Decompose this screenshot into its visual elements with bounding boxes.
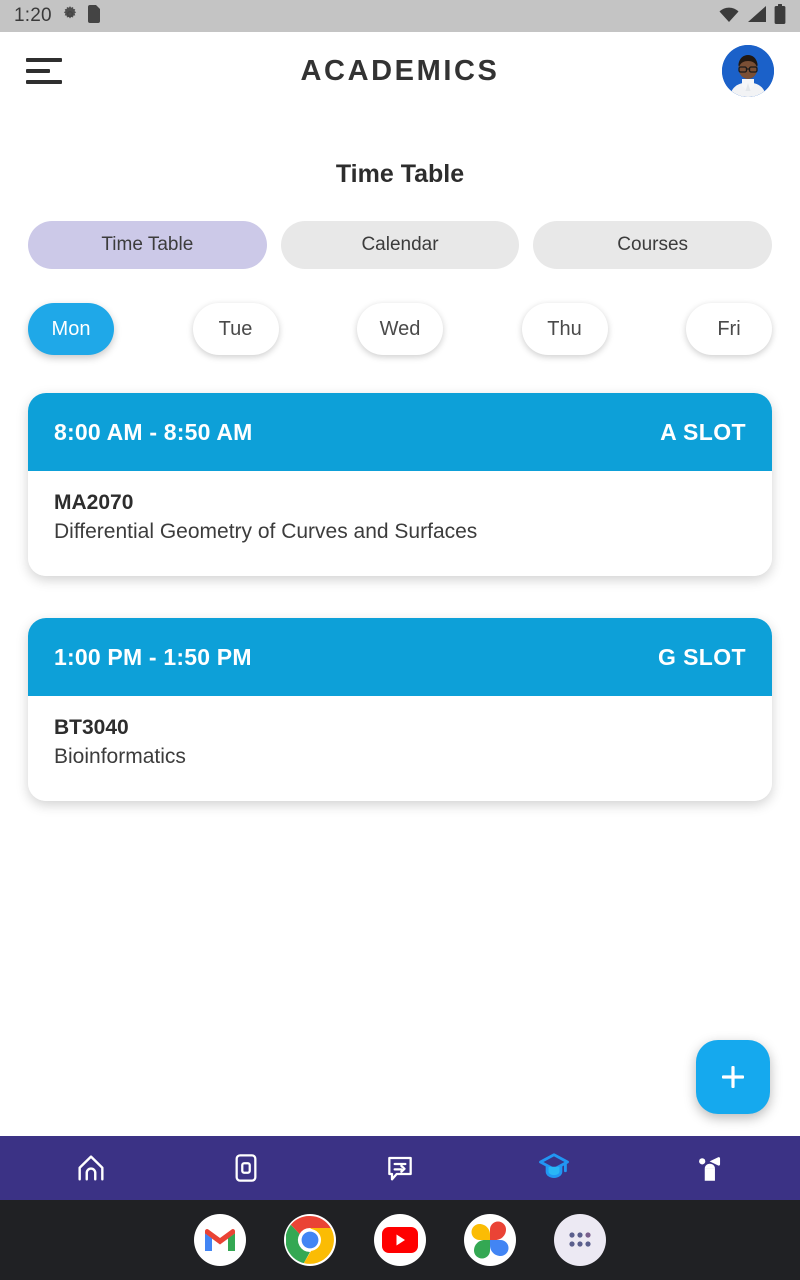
nav-item-card[interactable]: [214, 1136, 278, 1200]
day-chip-tue[interactable]: Tue: [192, 303, 279, 355]
class-time: 8:00 AM - 8:50 AM: [54, 418, 253, 445]
youtube-icon: [382, 1227, 418, 1253]
course-code: MA2070: [54, 491, 134, 514]
dock-icon-chrome[interactable]: [284, 1214, 336, 1266]
hamburger-menu-icon[interactable]: [26, 58, 62, 84]
graduation-cap-icon: [539, 1153, 570, 1178]
class-slot: A SLOT: [660, 418, 746, 445]
battery-icon: [774, 3, 786, 29]
chrome-icon: [286, 1216, 334, 1264]
tab-time-table[interactable]: Time Table: [28, 221, 267, 269]
gmail-icon: [205, 1229, 235, 1251]
square-card-icon: [235, 1154, 257, 1182]
course-name: Bioinformatics: [54, 745, 186, 768]
nav-item-announcements[interactable]: [677, 1136, 741, 1200]
tab-calendar[interactable]: Calendar: [280, 221, 520, 269]
nav-item-home[interactable]: [59, 1136, 123, 1200]
day-chip-fri[interactable]: Fri: [686, 303, 772, 355]
dock-icon-youtube[interactable]: [374, 1214, 426, 1266]
class-list: 8:00 AM - 8:50 AM A SLOT MA2070 Differen…: [0, 393, 800, 801]
class-card-header: 8:00 AM - 8:50 AM A SLOT: [28, 393, 772, 471]
wifi-icon: [718, 5, 740, 28]
bottom-navigation: [0, 1136, 800, 1200]
section-title: Time Table: [335, 160, 465, 188]
status-clock: 1:20: [14, 5, 52, 26]
status-bar-left: 1:20: [14, 4, 100, 28]
day-chip-mon[interactable]: Mon: [28, 303, 114, 355]
course-name: Differential Geometry of Curves and Surf…: [54, 520, 478, 543]
dock-icon-gmail[interactable]: [194, 1214, 246, 1266]
day-selector: Mon Tue Wed Thu Fri: [0, 303, 800, 355]
signal-icon: [747, 5, 767, 28]
day-chip-thu[interactable]: Thu: [521, 303, 608, 355]
class-time: 1:00 PM - 1:50 PM: [54, 643, 252, 670]
nav-item-messages[interactable]: [368, 1136, 432, 1200]
class-card[interactable]: 1:00 PM - 1:50 PM G SLOT BT3040 Bioinfor…: [28, 618, 772, 801]
app-screen: 1:20 ACADEMICS Time Table Time Table Cal…: [0, 0, 800, 1280]
home-icon: [78, 1155, 104, 1181]
page-title: ACADEMICS: [300, 54, 500, 87]
debug-settings-icon: [61, 5, 79, 28]
user-profile-photo: [722, 45, 774, 97]
nav-item-academics[interactable]: [522, 1136, 586, 1200]
android-dock: [0, 1200, 800, 1280]
class-card-body: BT3040 Bioinformatics: [28, 696, 772, 801]
google-photos-icon: [471, 1221, 509, 1259]
course-code: BT3040: [54, 716, 129, 739]
chat-bubble-icon: [388, 1156, 412, 1181]
plus-icon: [722, 1066, 744, 1088]
sd-card-icon: [87, 4, 100, 28]
day-chip-wed[interactable]: Wed: [357, 303, 443, 355]
class-card[interactable]: 8:00 AM - 8:50 AM A SLOT MA2070 Differen…: [28, 393, 772, 576]
announcement-icon: [698, 1157, 720, 1181]
status-bar-right: [718, 3, 786, 29]
page-content: Time Table Time Table Calendar Courses M…: [0, 110, 800, 1136]
tab-courses[interactable]: Courses: [533, 221, 773, 269]
avatar[interactable]: [722, 45, 774, 97]
class-card-header: 1:00 PM - 1:50 PM G SLOT: [28, 618, 772, 696]
dock-icon-app-drawer[interactable]: [554, 1214, 606, 1266]
dock-icon-photos[interactable]: [464, 1214, 516, 1266]
add-button[interactable]: [696, 1040, 770, 1114]
status-bar: 1:20: [0, 0, 800, 32]
app-bar: ACADEMICS: [0, 32, 800, 110]
tab-bar: Time Table Calendar Courses: [0, 221, 800, 269]
class-slot: G SLOT: [657, 643, 746, 670]
class-card-body: MA2070 Differential Geometry of Curves a…: [28, 471, 772, 576]
app-drawer-icon: [569, 1232, 591, 1247]
